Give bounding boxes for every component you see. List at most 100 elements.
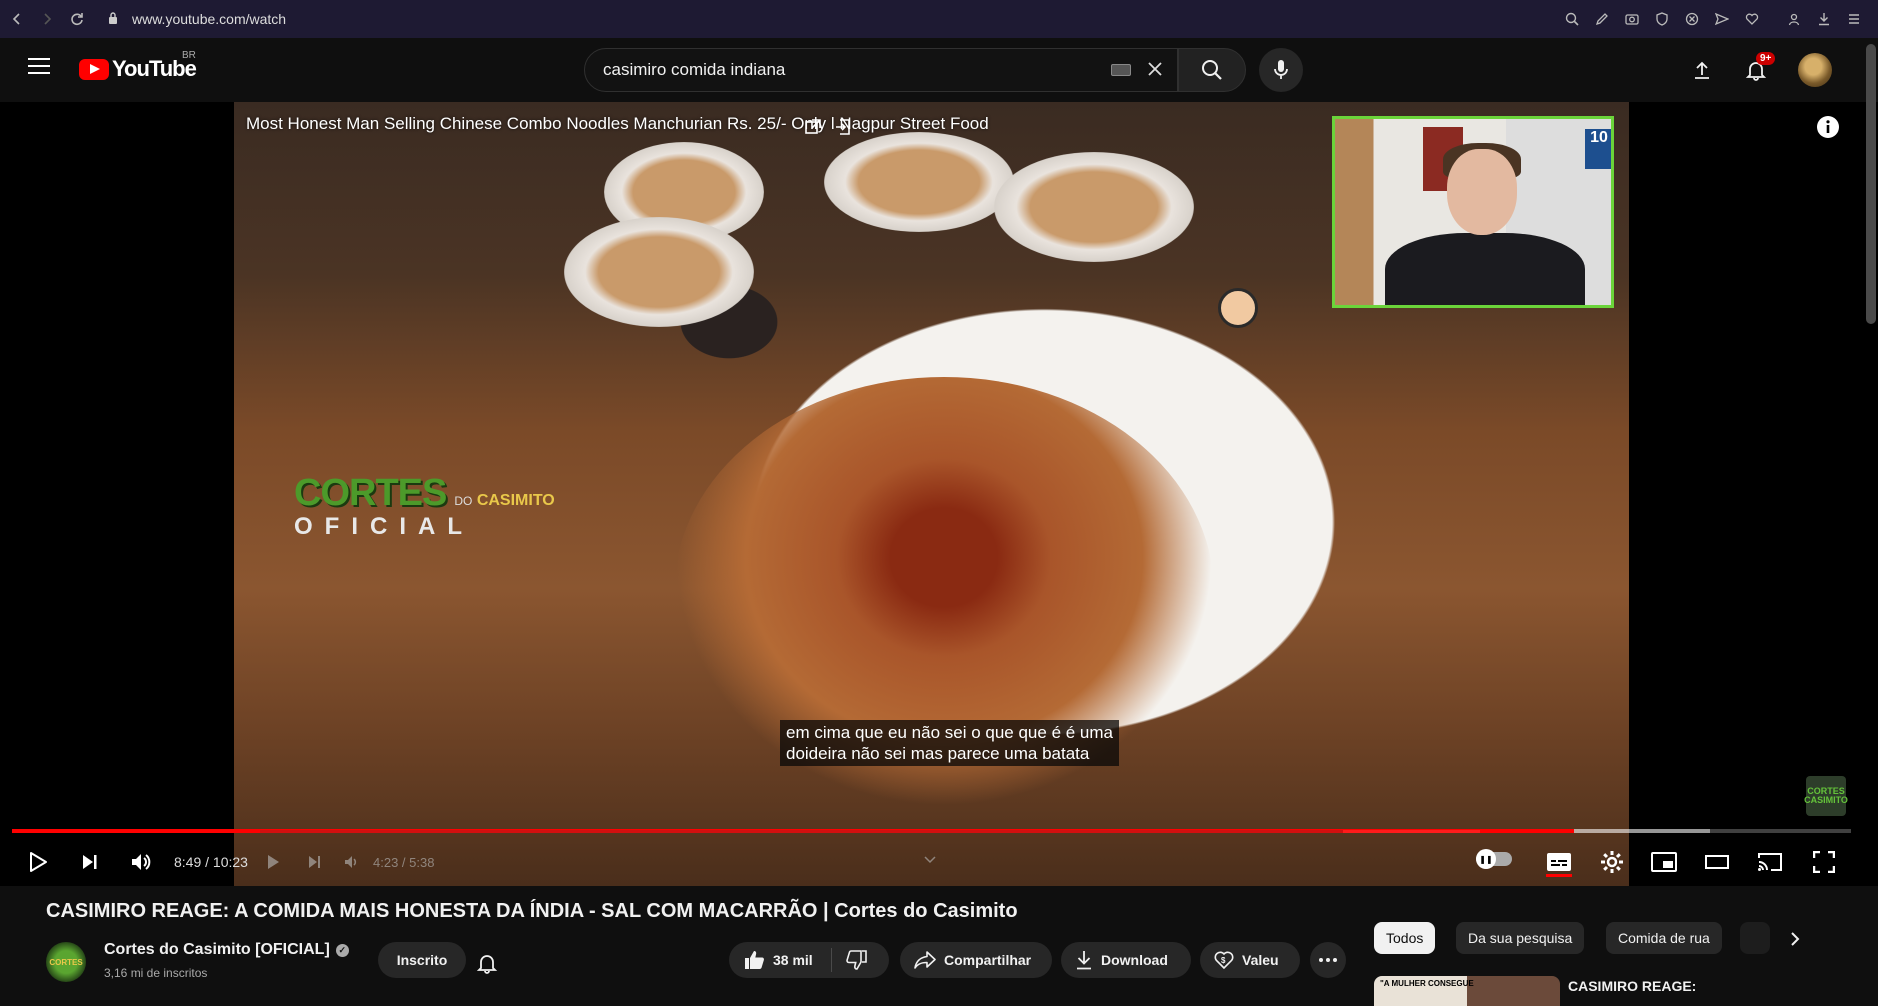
download-icon[interactable]	[1814, 9, 1834, 29]
open-external-icon[interactable]	[804, 118, 822, 136]
like-button[interactable]	[743, 950, 765, 970]
fullscreen-button[interactable]	[1806, 844, 1842, 880]
masthead-actions: 9+	[1680, 48, 1832, 92]
share-icon	[914, 951, 936, 969]
divider	[830, 948, 832, 972]
info-button[interactable]	[1815, 114, 1841, 140]
voice-search-button[interactable]	[1259, 48, 1303, 92]
subscriber-count: 3,16 mi de inscritos	[104, 966, 208, 980]
menu-icon[interactable]	[1844, 9, 1864, 29]
settings-button[interactable]	[1594, 844, 1630, 880]
youtube-masthead: YouTube BR casimiro comida indiana 9+	[0, 38, 1878, 102]
play-button[interactable]	[20, 844, 56, 880]
shield-icon[interactable]	[1652, 9, 1672, 29]
download-label: Download	[1101, 952, 1168, 968]
thanks-button[interactable]: $ Valeu	[1200, 942, 1300, 978]
chip-da-sua-pesquisa[interactable]: Da sua pesquisa	[1456, 922, 1585, 954]
keyboard-icon[interactable]	[1111, 64, 1131, 76]
bell-icon	[476, 955, 498, 974]
recommendation-thumbnail[interactable]: "A MULHER CONSEGUE	[1374, 976, 1560, 1006]
video-player[interactable]: Most Honest Man Selling Chinese Combo No…	[0, 102, 1878, 886]
more-actions-button[interactable]	[1310, 942, 1346, 978]
address-bar[interactable]: www.youtube.com/watch	[108, 11, 286, 27]
embedded-play-icon	[268, 855, 279, 869]
channel-watermark: CORTES DO CASIMITO OFICIAL	[294, 472, 555, 541]
play-icon	[30, 852, 47, 872]
chevron-down-icon	[924, 856, 936, 864]
share-button[interactable]: Compartilhar	[900, 942, 1052, 978]
youtube-play-icon	[79, 58, 109, 80]
cast-button[interactable]	[1752, 844, 1788, 880]
chevron-right-icon	[1791, 932, 1800, 946]
dislike-button[interactable]	[845, 950, 868, 970]
channel-branding-logo[interactable]: CORTES CASIMITO	[1804, 776, 1848, 816]
mascot-avatar	[1218, 288, 1258, 328]
autoplay-toggle[interactable]: ❚❚	[1476, 849, 1512, 869]
chip-comida-de-rua[interactable]: Comida de rua	[1606, 922, 1722, 954]
download-icon	[1075, 950, 1093, 970]
search-input[interactable]: casimiro comida indiana	[584, 48, 1178, 92]
youtube-logo[interactable]: YouTube BR	[79, 50, 197, 82]
hamburger-menu-icon[interactable]	[28, 58, 50, 76]
like-dislike-group: 38 mil	[729, 942, 889, 978]
pause-icon: ❚❚	[1476, 849, 1496, 869]
lock-icon	[108, 11, 118, 27]
recommendation-title[interactable]: CASIMIRO REAGE:	[1568, 978, 1696, 994]
embedded-next-icon	[309, 856, 320, 868]
search-button[interactable]	[1178, 48, 1246, 92]
side-plate	[824, 132, 1014, 232]
verified-icon: ✓	[335, 944, 349, 957]
heart-icon[interactable]	[1742, 9, 1762, 29]
watermark-cortes: CORTES	[294, 472, 447, 514]
embedded-video-title: Most Honest Man Selling Chinese Combo No…	[246, 114, 989, 133]
microphone-icon	[1274, 60, 1288, 79]
notification-bell-button[interactable]	[476, 952, 498, 979]
send-icon[interactable]	[1712, 9, 1732, 29]
page-scrollbar[interactable]	[1866, 44, 1876, 324]
download-button[interactable]: Download	[1061, 942, 1191, 978]
forward-button[interactable]	[34, 6, 60, 32]
volume-button[interactable]	[124, 844, 160, 880]
player-controls: 8:49 / 10:23 4:23 / 5:38 ❚❚	[0, 830, 1878, 886]
fullscreen-icon	[1813, 851, 1835, 873]
miniplayer-button[interactable]	[1646, 844, 1682, 880]
zoom-icon[interactable]	[1562, 9, 1582, 29]
watermark-casimito: CASIMITO	[476, 492, 555, 509]
account-avatar[interactable]	[1798, 53, 1832, 87]
chevron-right-icon	[44, 13, 52, 25]
profile-icon[interactable]	[1784, 9, 1804, 29]
watch-metadata: CASIMIRO REAGE: A COMIDA MAIS HONESTA DA…	[0, 886, 1878, 1006]
channel-name-row[interactable]: Cortes do Casimito [OFICIAL] ✓	[104, 941, 349, 959]
theater-mode-icon	[1705, 855, 1729, 869]
embedded-player-controls: 4:23 / 5:38	[260, 830, 1480, 876]
info-icon	[1817, 116, 1839, 138]
back-button[interactable]	[4, 6, 30, 32]
chip-todos[interactable]: Todos	[1374, 922, 1436, 954]
subscribed-button[interactable]: Inscrito	[378, 942, 466, 978]
video-captions: em cima que eu não sei o que que é é uma…	[780, 720, 1119, 766]
theater-mode-button[interactable]	[1699, 844, 1735, 880]
enter-icon[interactable]	[834, 118, 852, 136]
search-icon	[1202, 60, 1222, 80]
camera-icon[interactable]	[1622, 9, 1642, 29]
channel-name[interactable]: Cortes do Casimito [OFICIAL]	[104, 941, 330, 958]
notifications-button[interactable]: 9+	[1734, 48, 1778, 92]
upload-button[interactable]	[1680, 48, 1724, 92]
next-button[interactable]	[72, 844, 108, 880]
clear-search-icon[interactable]	[1147, 56, 1163, 84]
super-thanks-icon: $	[1214, 950, 1234, 970]
more-horizontal-icon	[1319, 958, 1337, 962]
like-count: 38 mil	[773, 952, 813, 968]
thumbs-up-icon	[745, 951, 764, 969]
edit-icon[interactable]	[1592, 9, 1612, 29]
video-frame[interactable]: Most Honest Man Selling Chinese Combo No…	[234, 102, 1629, 886]
chips-scroll-right-button[interactable]	[1780, 924, 1810, 954]
block-icon[interactable]	[1682, 9, 1702, 29]
browser-toolbar: www.youtube.com/watch	[0, 0, 1878, 38]
closed-captions-icon	[1547, 853, 1571, 871]
reload-button[interactable]	[64, 6, 90, 32]
channel-avatar[interactable]: CORTES	[46, 942, 86, 982]
chip-next-partial[interactable]	[1740, 922, 1770, 954]
cast-icon	[1758, 853, 1782, 871]
jersey-poster: 10	[1585, 129, 1611, 169]
